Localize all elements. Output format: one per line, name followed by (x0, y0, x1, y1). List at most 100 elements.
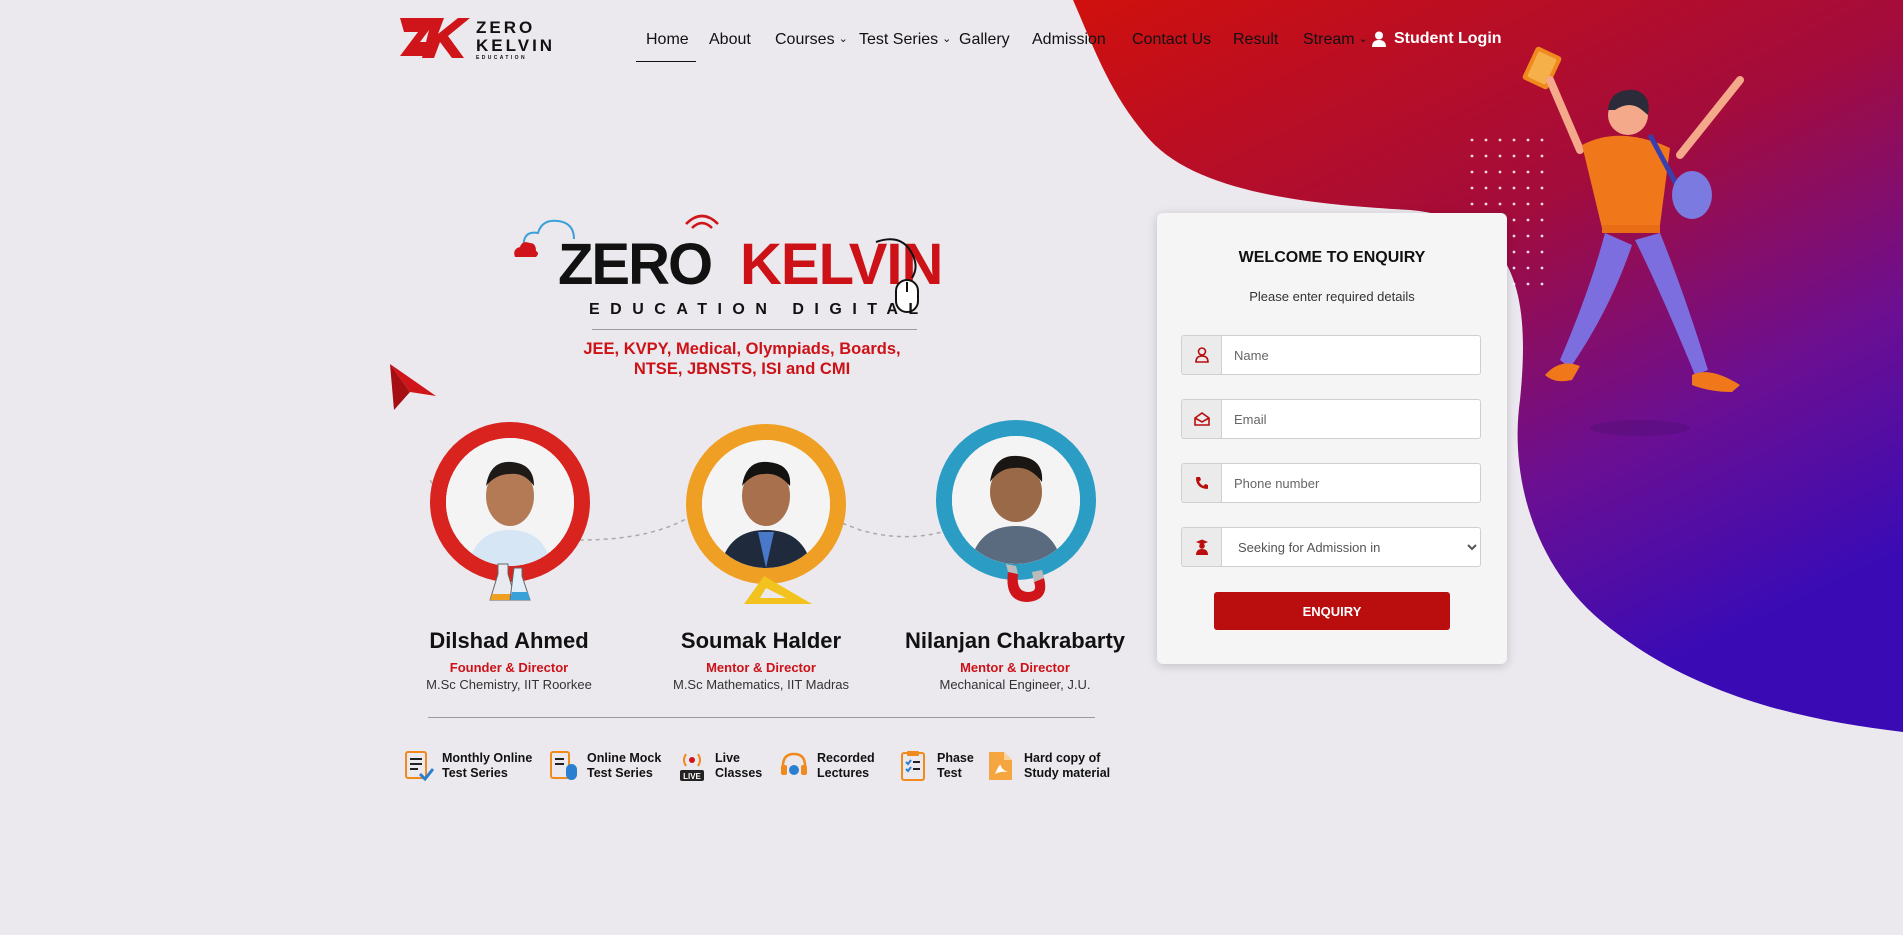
nav-item-stream[interactable]: Stream ⌄ (1303, 30, 1368, 51)
user-outline-icon (1194, 347, 1209, 363)
nav-item-label: Test Series (859, 31, 939, 48)
brand-divider (592, 329, 917, 330)
nav-item-gallery[interactable]: Gallery (959, 30, 1010, 50)
student-login-label: Student Login (1394, 30, 1502, 47)
feature-item: Phase Test (899, 750, 974, 782)
student-login-link[interactable]: Student Login (1372, 30, 1502, 48)
mentor-photo-ring (936, 420, 1096, 580)
paper-plane-icon (390, 364, 436, 410)
feature-label: Phase Test (937, 751, 974, 780)
email-field-group (1181, 399, 1481, 439)
recorded-lecture-icon (781, 752, 807, 775)
logo-text-line2: KELVIN (476, 36, 556, 55)
zk-logo-mark (400, 18, 470, 58)
nav-item-test-series[interactable]: Test Series ⌄ (859, 30, 951, 51)
nav-item-contact-us[interactable]: Contact Us (1132, 30, 1211, 50)
envelope-open-icon (1193, 412, 1210, 426)
mentor-qualification: Mechanical Engineer, J.U. (939, 677, 1091, 692)
nav-item-result[interactable]: Result (1233, 30, 1278, 50)
nav-item-label: Contact Us (1132, 31, 1212, 48)
name-field-addon (1181, 335, 1221, 375)
nav-item-label: Home (646, 31, 689, 48)
enquiry-submit-button[interactable]: ENQUIRY (1214, 592, 1450, 630)
chemistry-flask-icon (489, 563, 531, 601)
mentor-card: Soumak Halder Mentor & Director M.Sc Mat… (661, 628, 861, 692)
mouse-document-icon (550, 751, 577, 780)
brand-banner: ZERO KELVIN EDUCATION DIGITAL JEE, KVPY,… (512, 208, 1012, 388)
mentor-photo-ring (430, 422, 590, 582)
feature-item: Recorded Lectures (779, 750, 875, 782)
mentor-card: Nilanjan Chakrabarty Mentor & Director M… (899, 628, 1131, 692)
logo-text-line3: EDUCATION (476, 55, 527, 61)
name-input[interactable] (1221, 335, 1481, 375)
section-divider (428, 717, 1095, 718)
mentor-card: Dilshad Ahmed Founder & Director M.Sc Ch… (409, 628, 609, 692)
subjects-line-1: JEE, KVPY, Medical, Olympiads, Boards, (583, 340, 901, 358)
admission-field-addon (1181, 527, 1221, 567)
chevron-down-icon: ⌄ (942, 33, 952, 45)
brand-tagline: EDUCATION DIGITAL (589, 301, 929, 318)
graduate-student-icon (1195, 539, 1208, 555)
checklist-icon (901, 751, 925, 781)
mentor-name: Soumak Halder (680, 628, 842, 653)
email-field-addon (1181, 399, 1221, 439)
name-field-group (1181, 335, 1481, 375)
nav-item-label: About (709, 31, 751, 48)
document-check-icon (405, 751, 434, 782)
feature-label: Monthly Online Test Series (442, 751, 533, 780)
nav-item-label: Admission (1032, 31, 1106, 48)
mentor-qualification: M.Sc Chemistry, IIT Roorkee (426, 677, 592, 692)
nav-item-label: Stream (1303, 31, 1355, 48)
feature-item: Online Mock Test Series (549, 750, 661, 782)
set-square-ruler-icon (744, 576, 812, 604)
feature-label: Hard copy of Study material (1024, 751, 1111, 780)
nav-item-about[interactable]: About (709, 30, 751, 50)
magnet-icon (1006, 564, 1046, 602)
chevron-down-icon: ⌄ (1358, 33, 1368, 45)
site-logo[interactable]: ZERO KELVIN EDUCATION (398, 16, 552, 62)
logo-text-line1: ZERO (476, 18, 536, 37)
mentor-role: Founder & Director (449, 660, 569, 675)
mentor-role: Mentor & Director (960, 660, 1070, 675)
user-icon (1372, 31, 1386, 47)
feature-label: Live Classes (715, 751, 763, 780)
enquiry-subtitle: Please enter required details (1249, 289, 1415, 304)
active-nav-underline (636, 61, 696, 62)
feature-item: Hard copy of Study material (986, 750, 1110, 782)
nav-item-label: Result (1233, 31, 1279, 48)
pdf-file-icon (989, 752, 1012, 780)
exam-subjects-text: JEE, KVPY, Medical, Olympiads, Boards, N… (552, 339, 932, 379)
mentor-name: Nilanjan Chakrabarty (904, 628, 1126, 653)
phone-field-group (1181, 463, 1481, 503)
nav-item-home[interactable]: Home (646, 30, 689, 50)
mentor-photo-ring (686, 424, 846, 584)
mentor-role: Mentor & Director (706, 660, 816, 675)
svg-text:LIVE: LIVE (683, 772, 701, 781)
chevron-down-icon: ⌄ (838, 33, 848, 45)
enquiry-form: WELCOME TO ENQUIRY Please enter required… (1157, 213, 1507, 664)
mentor-photo (952, 436, 1080, 564)
admission-select[interactable]: Seeking for Admission in (1221, 527, 1481, 567)
feature-item: LIVE Live Classes (677, 750, 762, 782)
nav-item-label: Gallery (959, 31, 1010, 48)
admission-field-group: Seeking for Admission in (1181, 527, 1481, 567)
phone-icon (1195, 477, 1208, 489)
phone-input[interactable] (1221, 463, 1481, 503)
nav-item-courses[interactable]: Courses ⌄ (775, 30, 848, 51)
feature-label: Recorded Lectures (817, 751, 875, 780)
enquiry-title: WELCOME TO ENQUIRY (1238, 249, 1426, 266)
email-input[interactable] (1221, 399, 1481, 439)
nav-item-label: Courses (775, 31, 835, 48)
mentor-qualification: M.Sc Mathematics, IIT Madras (672, 677, 850, 692)
feature-item: Monthly Online Test Series (404, 750, 532, 782)
phone-field-addon (1181, 463, 1221, 503)
mentor-photo (446, 438, 574, 566)
live-broadcast-icon: LIVE (680, 753, 704, 781)
feature-label: Online Mock Test Series (587, 751, 662, 780)
nav-item-admission[interactable]: Admission (1032, 30, 1106, 50)
mentor-name: Dilshad Ahmed (429, 628, 589, 653)
brand-zero: ZERO (558, 232, 713, 297)
subjects-line-2: NTSE, JBNSTS, ISI and CMI (633, 360, 851, 378)
mentor-photo (702, 440, 830, 568)
jumping-student-illustration (1522, 46, 1744, 436)
